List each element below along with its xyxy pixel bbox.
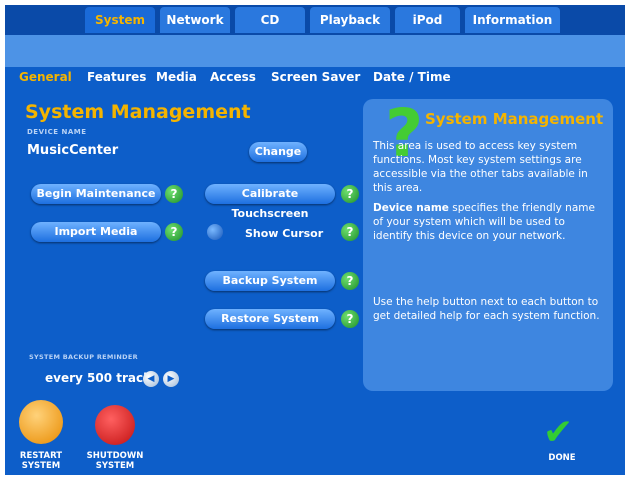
change-button[interactable]: Change: [249, 142, 307, 162]
restart-icon[interactable]: [19, 400, 63, 444]
help-text-intro: This area is used to access key system f…: [373, 140, 588, 194]
help-panel-title: System Management: [425, 110, 604, 128]
tab-playback[interactable]: Playback: [310, 7, 390, 33]
help-text-device: Device name specifies the friendly name …: [373, 201, 605, 243]
subtab-media[interactable]: Media: [156, 70, 197, 84]
backup-reminder-value: every 500 tracks: [45, 371, 159, 385]
device-name-value: MusicCenter: [27, 143, 119, 158]
restore-system-button[interactable]: Restore System: [205, 309, 335, 329]
calibrate-touchscreen-button[interactable]: Calibrate Touchscreen: [205, 184, 335, 220]
sub-tab-bar: General Features Media Access Screen Sav…: [5, 67, 625, 93]
restart-system-label[interactable]: RESTART SYSTEM: [9, 451, 73, 471]
backup-system-button[interactable]: Backup System: [205, 271, 335, 291]
subtab-access[interactable]: Access: [210, 70, 256, 84]
main-tab-bar: System Network CD Playback iPod Informat…: [5, 5, 625, 35]
subtab-features[interactable]: Features: [87, 70, 146, 84]
tab-cd[interactable]: CD: [235, 7, 305, 33]
chevron-right-icon[interactable]: ▶: [163, 371, 179, 387]
help-icon[interactable]: ?: [341, 310, 359, 328]
help-icon[interactable]: ?: [341, 272, 359, 290]
help-text-usage: Use the help button next to each button …: [373, 296, 600, 322]
power-icon[interactable]: [95, 405, 135, 445]
header-band: [5, 35, 625, 67]
begin-maintenance-button[interactable]: Begin Maintenance: [31, 184, 161, 204]
tab-ipod[interactable]: iPod: [395, 7, 460, 33]
help-icon[interactable]: ?: [165, 223, 183, 241]
import-media-button[interactable]: Import Media: [31, 222, 161, 242]
tab-system[interactable]: System: [85, 7, 155, 33]
page-title: System Management: [25, 101, 251, 123]
help-icon[interactable]: ?: [341, 223, 359, 241]
device-name-term: Device name: [373, 202, 449, 214]
subtab-date-time[interactable]: Date / Time: [373, 70, 451, 84]
screen: System Network CD Playback iPod Informat…: [5, 5, 625, 475]
help-icon[interactable]: ?: [341, 185, 359, 203]
show-cursor-toggle[interactable]: [207, 224, 223, 240]
show-cursor-label: Show Cursor: [245, 227, 324, 240]
tab-network[interactable]: Network: [160, 7, 230, 33]
checkmark-icon[interactable]: ✔: [543, 415, 573, 451]
backup-reminder-label: SYSTEM BACKUP REMINDER: [29, 353, 138, 361]
help-icon[interactable]: ?: [165, 185, 183, 203]
device-name-label: DEVICE NAME: [27, 128, 87, 136]
subtab-general[interactable]: General: [19, 70, 72, 84]
chevron-left-icon[interactable]: ◀: [143, 371, 159, 387]
done-label[interactable]: DONE: [539, 453, 585, 463]
shutdown-system-label[interactable]: SHUTDOWN SYSTEM: [83, 451, 147, 471]
subtab-screen-saver[interactable]: Screen Saver: [271, 70, 360, 84]
tab-information[interactable]: Information: [465, 7, 560, 33]
